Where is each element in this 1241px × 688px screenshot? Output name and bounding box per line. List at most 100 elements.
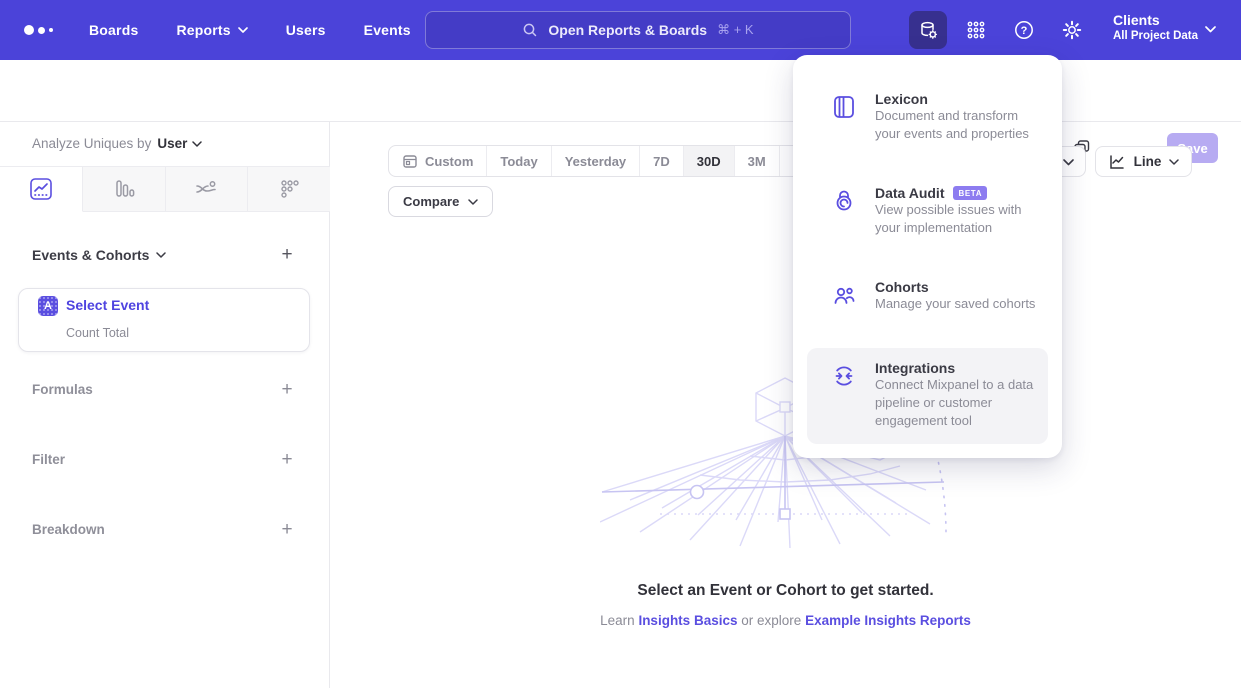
analyze-prefix: Analyze Uniques by <box>32 136 151 151</box>
org-name: Clients <box>1113 11 1198 29</box>
chart-type-tabs <box>0 166 330 212</box>
nav-item-label: Events <box>364 22 411 38</box>
menu-item-lexicon[interactable]: Lexicon Document and transform your even… <box>807 85 1048 149</box>
tab-line-chart[interactable] <box>0 167 83 212</box>
top-navbar: Boards Reports Users Events Open Reports… <box>0 0 1241 60</box>
menu-item-description: View possible issues with your implement… <box>875 202 1021 235</box>
chevron-down-icon <box>468 199 478 205</box>
search-shortcut: ⌘ + K <box>717 22 754 38</box>
menu-item-title: Data Audit <box>875 185 944 201</box>
bar-chart-icon <box>112 177 136 201</box>
question-circle-icon: ? <box>1013 19 1035 41</box>
mixpanel-insights-app: Boards Reports Users Events Open Reports… <box>0 0 1241 688</box>
apps-grid-icon[interactable] <box>957 11 995 49</box>
database-gear-icon <box>917 19 939 41</box>
analyze-value-dropdown[interactable]: User <box>157 136 202 151</box>
project-name: All Project Data <box>1113 29 1198 44</box>
lexicon-book-icon <box>831 94 857 125</box>
range-label: 30D <box>697 154 721 169</box>
beta-badge: BETA <box>953 186 987 200</box>
menu-item-description: Document and transform your events and p… <box>875 108 1029 141</box>
data-management-icon[interactable] <box>909 11 947 49</box>
chart-type-label: Line <box>1134 154 1162 169</box>
flow-chart-icon <box>194 177 218 201</box>
events-cohorts-header[interactable]: Events & Cohorts <box>32 247 166 263</box>
nav-item-label: Boards <box>89 22 138 38</box>
event-card[interactable]: A Select Event Count Total <box>18 288 310 352</box>
nav-item-label: Reports <box>176 22 230 38</box>
chevron-down-icon <box>156 252 166 258</box>
analyze-value: User <box>157 136 187 151</box>
breakdown-section-label: Breakdown <box>32 522 105 537</box>
menu-item-text: Cohorts Manage your saved cohorts <box>875 279 1042 313</box>
tab-flow-chart[interactable] <box>166 167 249 211</box>
line-chart-icon <box>29 177 53 201</box>
tab-scatter-chart[interactable] <box>248 167 330 211</box>
range-7d[interactable]: 7D <box>640 146 684 176</box>
empty-state-links: Learn Insights Basics or explore Example… <box>330 613 1241 628</box>
add-breakdown-button[interactable]: + <box>277 520 297 540</box>
add-filter-button[interactable]: + <box>277 450 297 470</box>
mixpanel-logo-dots-icon[interactable] <box>24 25 53 35</box>
chevron-down-icon <box>1205 26 1216 33</box>
menu-item-data-audit[interactable]: Data Audit BETA View possible issues with… <box>807 179 1048 243</box>
help-icon[interactable]: ? <box>1005 11 1043 49</box>
nav-links: Boards Reports Users Events <box>89 22 411 38</box>
select-event-button[interactable]: Select Event <box>66 297 149 313</box>
compare-label: Compare <box>403 194 459 209</box>
data-management-menu: Lexicon Document and transform your even… <box>793 55 1062 458</box>
example-reports-link[interactable]: Example Insights Reports <box>805 613 971 628</box>
tab-bar-chart[interactable] <box>83 167 166 211</box>
scatter-chart-icon <box>277 177 301 201</box>
search-input[interactable]: Open Reports & Boards ⌘ + K <box>425 11 851 49</box>
query-builder-sidebar: Analyze Uniques by User <box>0 122 330 688</box>
nav-item-boards[interactable]: Boards <box>89 22 138 38</box>
menu-item-title: Cohorts <box>875 279 929 295</box>
nav-item-events[interactable]: Events <box>364 22 411 38</box>
compare-button[interactable]: Compare <box>388 186 493 217</box>
range-custom[interactable]: Custom <box>389 146 487 176</box>
menu-item-description: Connect Mixpanel to a data pipeline or c… <box>875 377 1033 428</box>
line-chart-icon <box>1108 153 1126 171</box>
add-event-button[interactable]: + <box>277 245 297 265</box>
insights-basics-link[interactable]: Insights Basics <box>638 613 737 628</box>
project-switcher[interactable]: Clients All Project Data <box>1113 11 1198 44</box>
cohorts-people-icon <box>831 282 857 313</box>
learn-text: Learn <box>600 613 635 628</box>
menu-item-title: Lexicon <box>875 91 928 107</box>
nav-item-label: Users <box>286 22 326 38</box>
nav-item-reports[interactable]: Reports <box>176 22 247 38</box>
search-placeholder: Open Reports & Boards <box>548 22 707 38</box>
formulas-section-label: Formulas <box>32 382 93 397</box>
analyze-uniques-row: Analyze Uniques by User <box>32 136 202 151</box>
svg-text:?: ? <box>1021 25 1028 37</box>
menu-item-text: Lexicon Document and transform your even… <box>875 91 1042 143</box>
gear-icon <box>1061 19 1083 41</box>
chevron-down-icon <box>1169 159 1179 165</box>
menu-item-title: Integrations <box>875 360 955 376</box>
menu-item-integrations[interactable]: Integrations Connect Mixpanel to a data … <box>807 348 1048 444</box>
chart-type-dropdown[interactable]: Line <box>1095 146 1192 177</box>
nav-item-users[interactable]: Users <box>286 22 326 38</box>
add-formula-button[interactable]: + <box>277 380 297 400</box>
data-audit-icon <box>831 188 857 219</box>
range-label: Yesterday <box>565 154 626 169</box>
range-label: Today <box>500 154 537 169</box>
filter-section-label: Filter <box>32 452 65 467</box>
chevron-down-icon <box>1063 159 1074 166</box>
empty-state-title: Select an Event or Cohort to get started… <box>330 582 1241 600</box>
range-3m[interactable]: 3M <box>735 146 780 176</box>
chevron-down-icon <box>192 141 202 147</box>
settings-gear-icon[interactable] <box>1053 11 1091 49</box>
range-today[interactable]: Today <box>487 146 551 176</box>
menu-item-text: Integrations Connect Mixpanel to a data … <box>875 360 1042 430</box>
calendar-icon <box>402 153 418 169</box>
range-yesterday[interactable]: Yesterday <box>552 146 640 176</box>
event-badge: A <box>38 296 58 316</box>
event-metric-dropdown[interactable]: Count Total <box>66 326 129 340</box>
nine-dots-icon <box>966 20 986 40</box>
chevron-down-icon <box>238 27 248 33</box>
search-icon <box>522 22 538 38</box>
range-30d[interactable]: 30D <box>684 146 735 176</box>
menu-item-cohorts[interactable]: Cohorts Manage your saved cohorts <box>807 273 1048 319</box>
